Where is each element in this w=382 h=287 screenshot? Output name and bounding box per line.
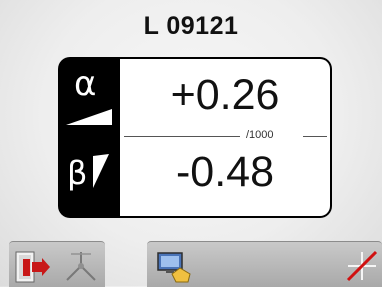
toolbar-left	[9, 241, 105, 287]
alpha-wedge-icon	[66, 108, 112, 131]
values-panel: +0.26 /1000 -0.48	[120, 59, 330, 216]
beta-symbol: β	[67, 154, 88, 192]
divider	[303, 136, 327, 137]
unit-label: /1000	[246, 129, 274, 141]
exit-button[interactable]	[12, 246, 52, 286]
toolbar-right	[147, 241, 382, 287]
display-settings-button[interactable]	[154, 246, 194, 286]
alpha-symbol: α	[74, 64, 97, 104]
reset-button[interactable]	[342, 246, 382, 286]
alpha-value: +0.26	[170, 71, 280, 119]
beta-label-block: β	[58, 138, 120, 218]
beta-wedge-icon	[93, 154, 109, 193]
monitor-hand-icon	[154, 246, 194, 286]
exit-door-icon	[12, 246, 52, 286]
caliper-icon	[61, 246, 101, 286]
inclination-readout-panel: α β +0.26 /1000 -0.48	[58, 57, 332, 218]
alpha-label-block: α	[58, 57, 120, 137]
device-id-title: L 09121	[143, 12, 239, 40]
beta-value: -0.48	[175, 148, 274, 196]
divider	[124, 136, 240, 137]
crosshair-cancel-icon	[342, 246, 382, 286]
measure-button[interactable]	[61, 246, 101, 286]
